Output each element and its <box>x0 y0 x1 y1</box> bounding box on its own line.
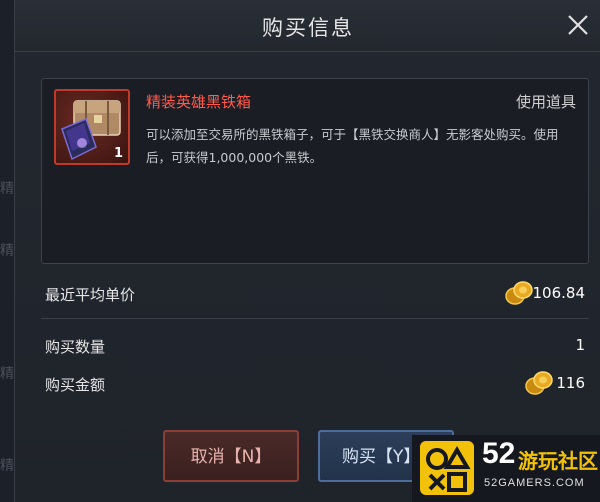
item-name: 精装英雄黑铁箱 <box>146 93 252 111</box>
cancel-button[interactable]: 取消【N】 <box>163 430 299 482</box>
item-description: 可以添加至交易所的黑铁箱子，可于【黑铁交换商人】无影客处购买。使用后，可获得1,… <box>146 127 559 165</box>
avg-price-row: 最近平均单价 106.84 <box>45 274 585 314</box>
gold-coin-icon <box>525 371 553 395</box>
background-text: 精 <box>0 181 14 197</box>
dialog-title-bar: 购买信息 <box>15 0 600 52</box>
item-icon[interactable]: 1 <box>54 89 130 165</box>
avg-price-value: 106.84 <box>532 284 586 302</box>
close-button[interactable] <box>563 10 593 40</box>
gold-coin-icon <box>505 281 533 305</box>
item-info-panel: 1 精装英雄黑铁箱 使用道具 可以添加至交易所的黑铁箱子，可于【黑铁交换商人】无… <box>41 78 589 264</box>
total-price-label: 购买金额 <box>45 376 106 394</box>
background-text: 精 <box>0 243 14 259</box>
total-price-value: 116 <box>556 374 585 392</box>
quantity-row: 购买数量 1 <box>45 326 585 366</box>
quantity-label: 购买数量 <box>45 338 106 356</box>
item-type: 使用道具 <box>515 93 576 111</box>
background-text: 精 <box>0 366 14 382</box>
background-text: 精 <box>0 458 14 474</box>
watermark-number: 52 <box>482 437 516 470</box>
watermark-url: 52GAMERS.COM <box>484 477 585 489</box>
watermark: 52 游玩社区 52GAMERS.COM <box>412 435 600 502</box>
total-price-row: 购买金额 116 <box>45 364 585 404</box>
dialog-title: 购买信息 <box>262 16 354 40</box>
quantity-value: 1 <box>575 336 585 354</box>
watermark-text: 游玩社区 <box>518 449 598 473</box>
avg-price-label: 最近平均单价 <box>45 286 136 304</box>
item-quantity-badge: 1 <box>113 146 123 161</box>
watermark-logo-icon <box>420 441 474 495</box>
divider <box>41 318 589 319</box>
close-icon <box>568 15 588 35</box>
purchase-dialog: 购买信息 1 精装英雄黑铁箱 使用道具 可以添加至交易所的黑铁箱子，可于【黑铁交… <box>14 0 600 502</box>
